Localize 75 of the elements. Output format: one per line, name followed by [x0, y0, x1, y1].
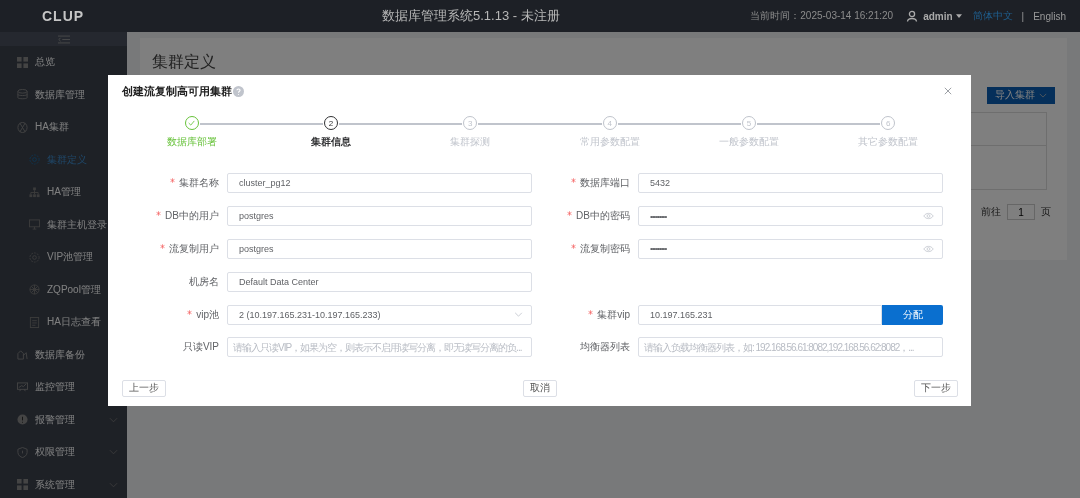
eye-icon[interactable]	[923, 212, 934, 221]
current-time: 当前时间：2025-03-14 16:21:20	[750, 9, 894, 23]
required-icon	[588, 309, 594, 315]
sidebar-item[interactable]: 总览	[0, 46, 127, 79]
menu-item-icon	[29, 284, 40, 296]
allocate-button[interactable]: 分配	[882, 304, 943, 325]
input-field[interactable]: postgres	[227, 206, 532, 227]
menu-item-icon	[17, 56, 28, 68]
page-title: 集群定义	[152, 51, 216, 72]
user-icon	[906, 10, 919, 22]
menu-item-icon	[17, 121, 28, 133]
step-label: 集群信息	[311, 135, 351, 149]
password-field[interactable]: •••••••••	[638, 206, 943, 227]
required-icon	[170, 178, 175, 184]
user-menu[interactable]: admin	[923, 10, 962, 22]
input-field[interactable]: cluster_pg12	[227, 173, 532, 194]
help-icon[interactable]	[233, 85, 244, 97]
chevron-icon	[514, 312, 523, 318]
required-icon	[571, 244, 576, 249]
page-input[interactable]: 1	[1007, 204, 1035, 220]
input-field[interactable]: Default Data Center	[227, 271, 532, 292]
sidebar-item[interactable]: 报警管理	[0, 403, 127, 436]
chevron-icon	[1039, 92, 1047, 98]
import-button[interactable]: 导入集群	[987, 86, 1055, 104]
check-icon	[188, 120, 196, 126]
menu-item-icon	[17, 381, 28, 393]
close-icon[interactable]	[944, 87, 952, 95]
menu-icon[interactable]	[57, 34, 70, 44]
menu-item-icon	[29, 186, 40, 198]
menu-item-icon	[29, 219, 40, 231]
sidebar-item[interactable]: HA集群	[0, 111, 127, 144]
sidebar-item[interactable]: 数据库备份	[0, 338, 127, 371]
input-field[interactable]: 10.197.165.231	[638, 304, 882, 325]
required-icon	[187, 309, 193, 315]
caret-icon	[955, 14, 962, 18]
field-label: 集群vip	[532, 307, 638, 322]
dialog-title: 创建流复制高可用集群	[122, 83, 232, 99]
field-label: 数据库端口	[532, 176, 638, 191]
previous-button[interactable]: 上一步	[122, 379, 166, 397]
required-icon	[567, 211, 573, 217]
next-button[interactable]: 下一步	[914, 379, 958, 397]
step-indicator: 2	[324, 116, 338, 130]
password-field[interactable]: •••••••••	[638, 239, 943, 259]
required-icon	[160, 244, 165, 249]
menu-item-icon	[17, 479, 28, 491]
separator: |	[1021, 10, 1025, 22]
logo: CLUP	[42, 8, 85, 24]
page-unit: 页	[1041, 205, 1051, 219]
menu-item-icon	[17, 89, 28, 101]
required-icon	[571, 178, 576, 184]
field-label: DB中的密码	[532, 209, 638, 224]
menu-item-icon	[29, 154, 40, 166]
menu-item-icon	[29, 316, 40, 328]
app-title: 数据库管理系统5.1.13 - 未注册	[382, 7, 560, 25]
input-field[interactable]: 5432	[638, 173, 943, 194]
field-label: 均衡器列表	[579, 340, 631, 355]
field-label: 机房名	[188, 274, 220, 289]
input-field[interactable]: postgres	[227, 239, 532, 259]
language-link[interactable]: English	[1033, 10, 1066, 22]
sidebar-item[interactable]: 系统管理	[0, 468, 127, 498]
input-field[interactable]: 请输入负载均衡器列表，如: 192.168.56.61:8082,192.168.56.62:8082，...	[638, 337, 943, 358]
field-label: 只读VIP	[181, 340, 220, 355]
menu-item-icon	[17, 414, 28, 426]
sidebar-item[interactable]: 权限管理	[0, 436, 127, 469]
menu-item-icon	[17, 446, 28, 458]
sidebar-subitem[interactable]: ZQPool管理	[0, 273, 127, 306]
field-label: 流复制密码	[532, 242, 638, 256]
eye-icon[interactable]	[923, 245, 934, 253]
required-icon	[156, 211, 162, 217]
goto-label: 前往	[981, 205, 1001, 219]
select-field[interactable]: 2 (10.197.165.231-10.197.165.233)	[227, 304, 532, 325]
step-indicator: 4	[602, 116, 617, 130]
step-label: 数据库部署	[166, 135, 217, 149]
menu-item-icon	[17, 349, 28, 361]
cancel-button[interactable]: 取消	[523, 379, 557, 397]
